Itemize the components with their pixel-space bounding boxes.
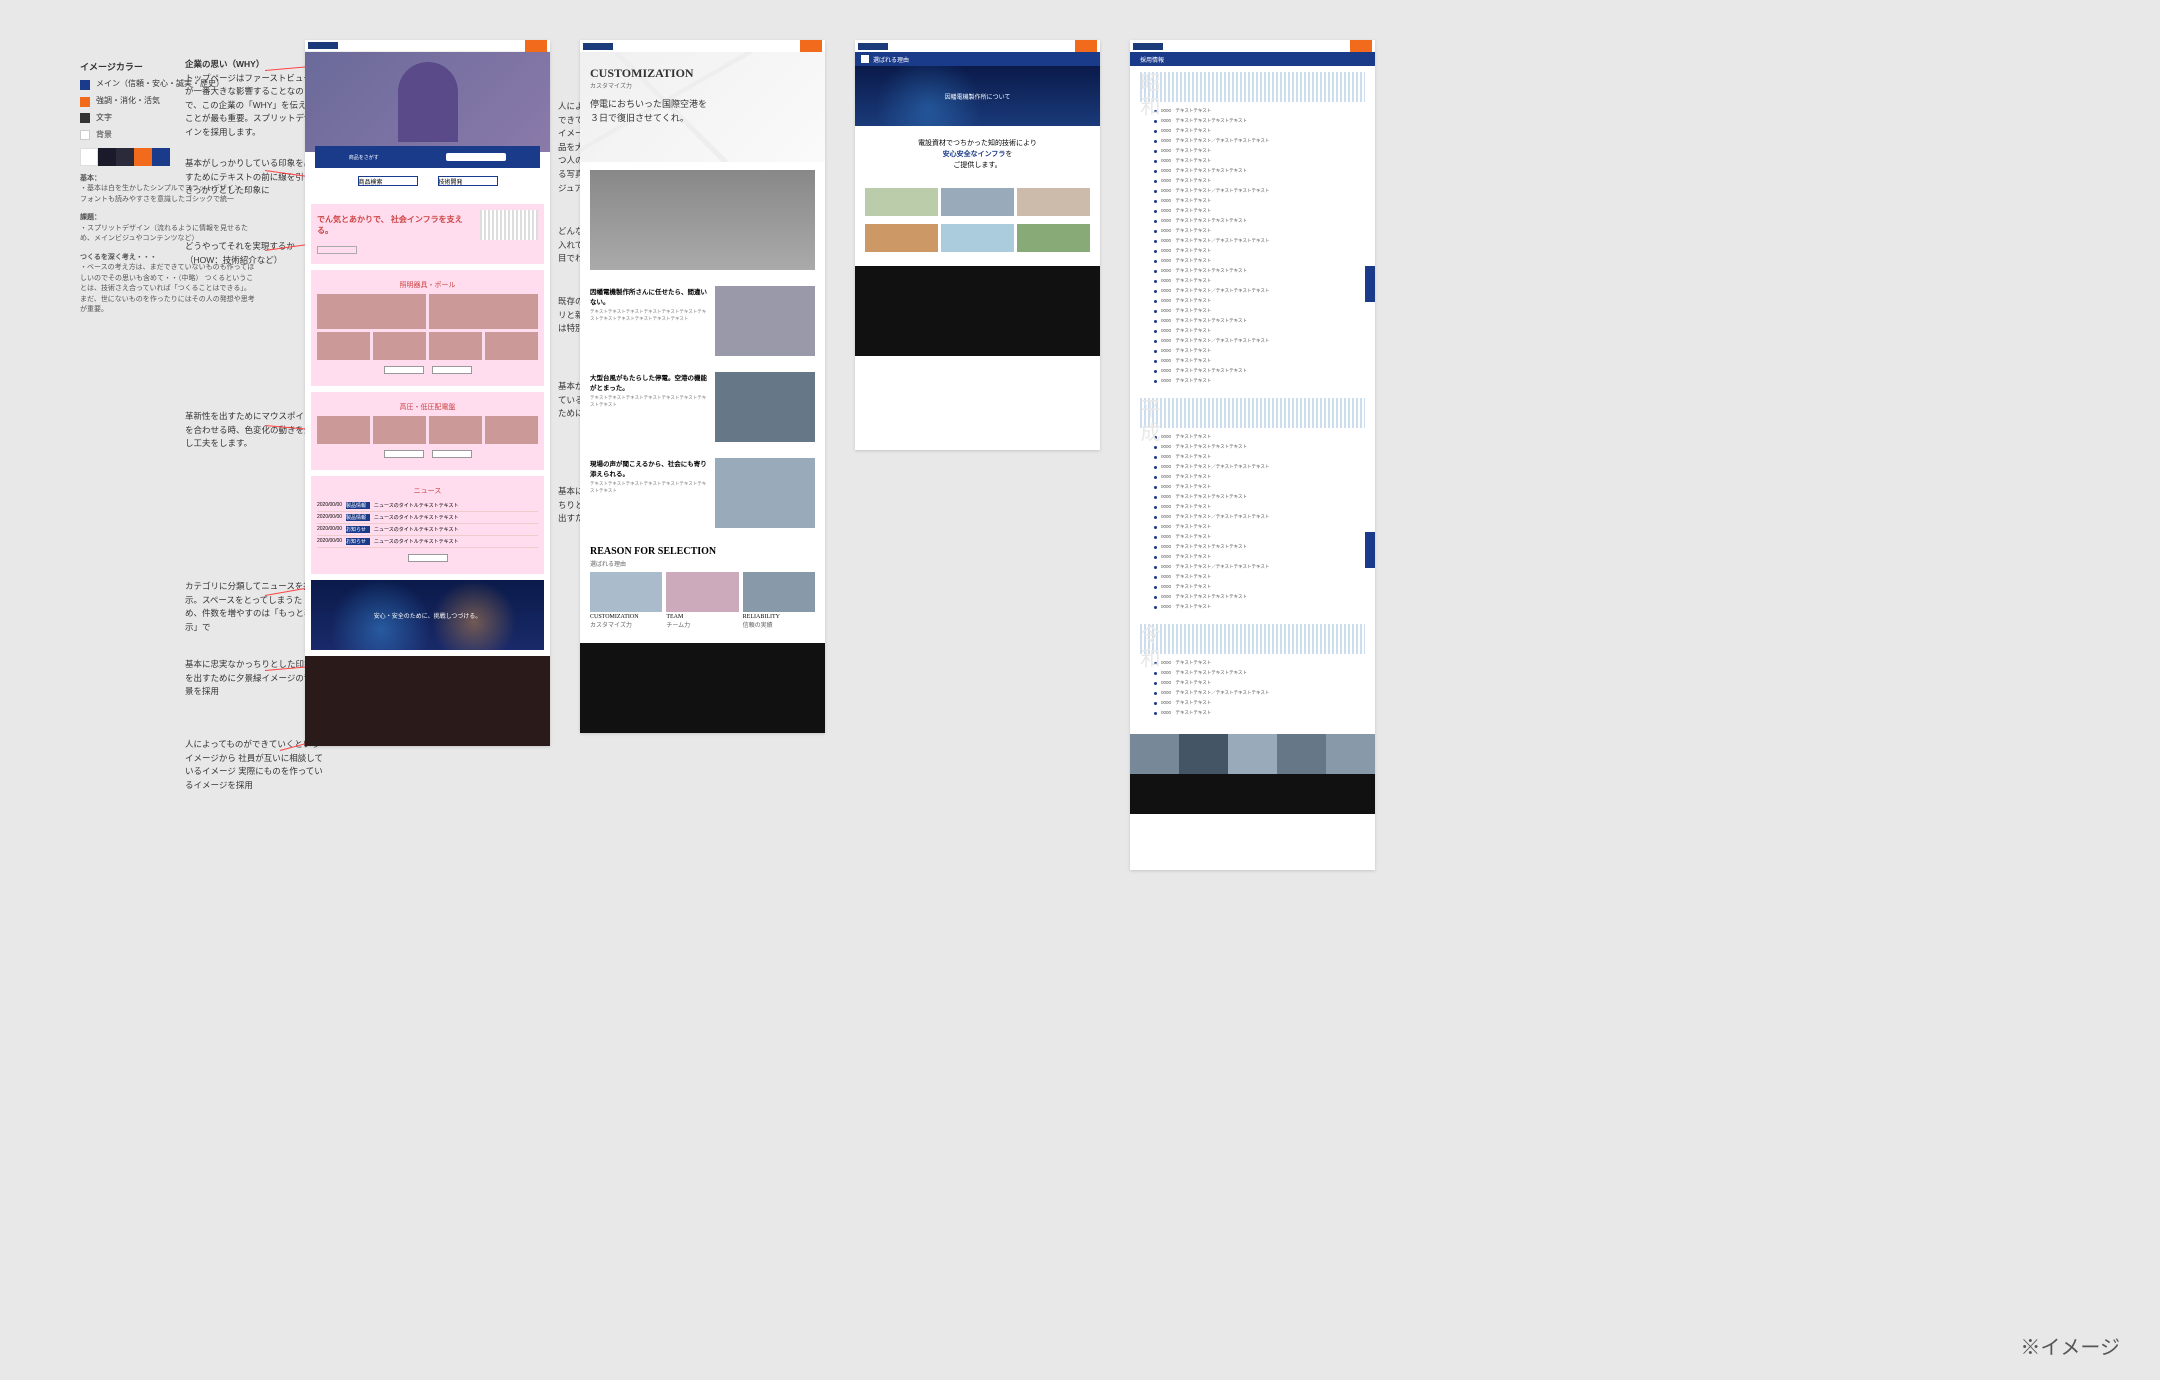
annot-a2: 基本がしっかりしている印象を出すためにテキストの前に線を引ききっかりとした印象に — [185, 157, 315, 198]
message: 電設資材でつちかった知的技術により 安心安全なインフラを ご提供します。 — [855, 126, 1100, 184]
search-bar[interactable]: 商品をさがす — [315, 146, 540, 168]
nav-tech[interactable]: 技術開発 — [438, 176, 498, 186]
logo[interactable] — [308, 42, 338, 49]
annot-a6: 基本に忠実なかっちりとした印象を出すために夕景緑イメージの背景を採用 — [185, 658, 315, 699]
hero-image — [305, 52, 550, 152]
search-input[interactable] — [446, 153, 506, 161]
more-button[interactable] — [317, 246, 357, 254]
annot-a7: 人によってものができていくというイメージから 社員が互いに相談しているイメージ … — [185, 738, 325, 792]
annot-a3: どうやってそれを実現するか（HOW：技術紹介など） — [185, 240, 315, 267]
footer — [855, 266, 1100, 356]
annot-why: 企業の思い（WHY）トップページはファーストビューが一番大きな影響することなので… — [185, 58, 315, 140]
mockup-recruit: 採用情報 昭和 0000 テキストテキスト0000 テキストテキストテキストテキ… — [1130, 40, 1375, 870]
mockup-home: 商品をさがす 商品検索 技術開発 でん気とあかりで、 社会インフラを支える。 照… — [305, 40, 550, 746]
caption: ※イメージ — [2020, 1331, 2120, 1360]
contact-button[interactable] — [525, 40, 547, 52]
catchcopy: でん気とあかりで、 社会インフラを支える。 — [317, 214, 474, 236]
annot-a5: カテゴリに分類してニュースを掲示。スペースをとってしまうため、件数を増やすのは「… — [185, 580, 315, 634]
banner-strip[interactable] — [1130, 734, 1375, 774]
hero-photo — [590, 170, 815, 270]
footer — [580, 643, 825, 733]
nav-products[interactable]: 商品検索 — [358, 176, 418, 186]
mockup-reasons: 選ばれる理由 因幡電機製作所について 電設資材でつちかった知的技術により 安心安… — [855, 40, 1100, 450]
news-section: ニュース 2020/00/00製品情報ニュースのタイトルテキストテキスト2020… — [311, 476, 544, 574]
annot-a4: 革新性を出すためにマウスポインを合わせる時、色変化の動きを少し工夫をします。 — [185, 410, 315, 451]
footer — [305, 656, 550, 746]
night-banner[interactable]: 安心・安全のために、挑戦しつづける。 — [311, 580, 544, 650]
footer — [1130, 774, 1375, 814]
mockup-customization: CUSTOMIZATION カスタマイズ力 停電におちいった国際空港を３日で復旧… — [580, 40, 825, 733]
side-tag[interactable] — [1365, 266, 1375, 302]
